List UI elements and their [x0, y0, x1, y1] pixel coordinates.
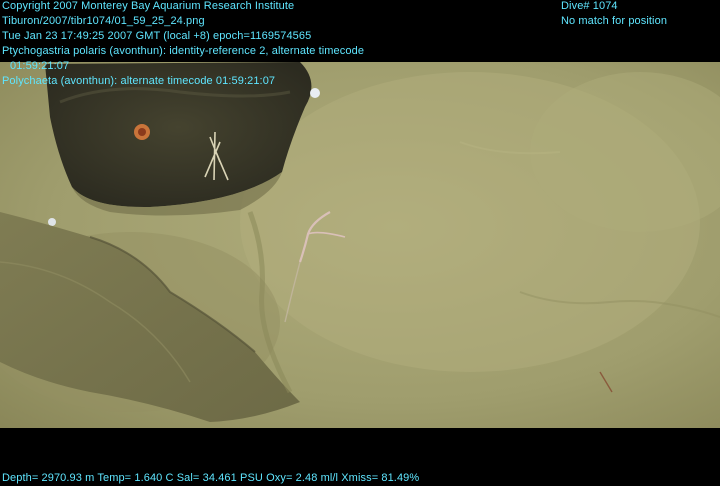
overlay-top-left: Copyright 2007 Monterey Bay Aquarium Res… [2, 0, 364, 89]
dive-number: Dive# 1074 [561, 0, 618, 12]
annotation-text-1: Ptychogastria polaris (avonthun): identi… [2, 45, 365, 57]
sensor-readout: Depth= 2970.93 m Temp= 1.640 C Sal= 34.4… [2, 471, 419, 486]
video-frame: Copyright 2007 Monterey Bay Aquarium Res… [0, 0, 720, 486]
overlay-top-right: Dive# 1074 No match for position [561, 0, 667, 29]
seafloor-image [0, 62, 720, 428]
annotation-text-2: Polychaeta (avonthun): alternate timecod… [2, 75, 276, 87]
timestamp-text: Tue Jan 23 17:49:25 2007 GMT (local +8) … [2, 30, 312, 42]
copyright-text: Copyright 2007 Monterey Bay Aquarium Res… [2, 0, 295, 12]
annotation-text-1-cont: 01:59:21:07 [10, 60, 70, 72]
image-path-text: Tiburon/2007/tibr1074/01_59_25_24.png [2, 15, 205, 27]
position-status: No match for position [561, 15, 668, 27]
sensor-line: Depth= 2970.93 m Temp= 1.640 C Sal= 34.4… [2, 472, 420, 484]
